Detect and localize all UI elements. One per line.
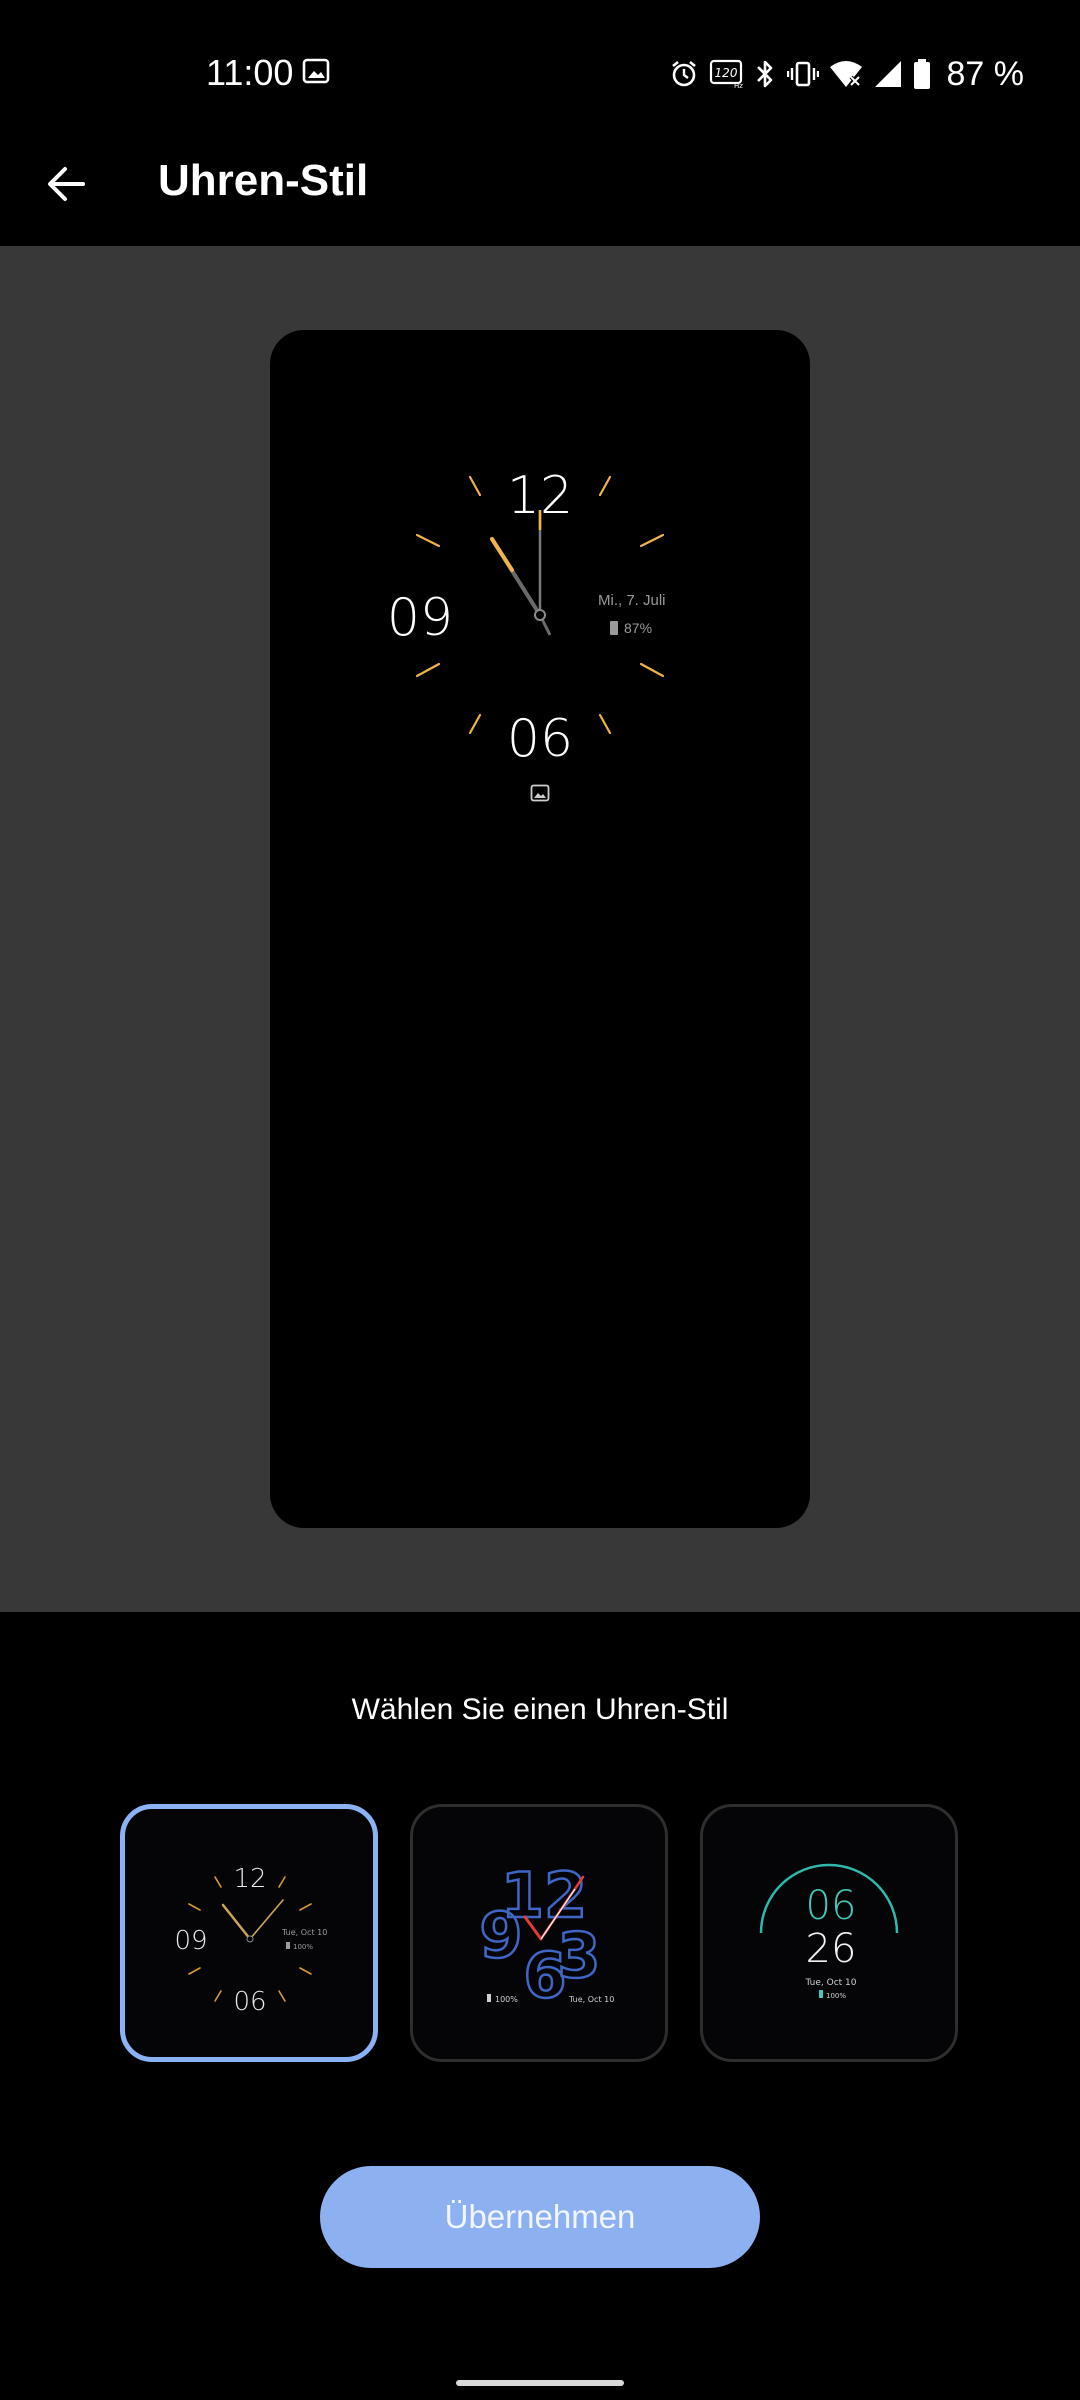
image-icon: [302, 58, 330, 84]
back-button[interactable]: [30, 148, 102, 220]
thumb-battery: 100%: [826, 1992, 846, 2000]
battery-icon: [610, 621, 618, 635]
thumb-numeral-09: 09: [174, 1926, 207, 1956]
clock-style-option-big-numbers[interactable]: 12 9 6 3 100% Tue, Oct 10: [410, 1804, 668, 2062]
thumb-minutes: 26: [806, 1926, 857, 1972]
analog-clock-face: 12 09 06: [387, 466, 665, 769]
clock-center: [534, 609, 546, 621]
clock-style-list: 12 09 06 Tue, Oct 10 100% 12 9 6 3 100% …: [120, 1804, 960, 2068]
phone-preview: 12 09 06 Mi., 7. Juli 87%: [270, 330, 810, 1528]
status-time: 11:00: [206, 52, 294, 93]
clock-style-option-digital-arc[interactable]: 06 26 Tue, Oct 10 100%: [700, 1804, 958, 2062]
wifi-icon: [829, 61, 862, 87]
cellular-signal-icon: [874, 61, 901, 87]
thumb-hours: 06: [806, 1883, 857, 1929]
svg-text:Hz: Hz: [734, 82, 743, 89]
numeral-06: 06: [507, 709, 573, 769]
vibrate-icon: [786, 61, 819, 87]
refresh-rate-120hz-icon: 120 Hz: [709, 59, 743, 89]
choose-style-label: Wählen Sie einen Uhren-Stil: [351, 1693, 729, 1726]
thumb-date: Tue, Oct 10: [805, 1978, 857, 1988]
thumb-numeral-12: 12: [233, 1864, 266, 1894]
thumb-date: Tue, Oct 10: [568, 1995, 614, 2004]
bluetooth-icon: [756, 60, 772, 88]
navigation-handle[interactable]: [456, 2380, 624, 2386]
arrow-back-icon: [48, 167, 85, 201]
image-icon: [530, 784, 550, 802]
alarm-icon: [671, 60, 696, 87]
big-numbers-thumbnail: 12 9 6 3 100% Tue, Oct 10: [478, 1858, 614, 2014]
thumb-battery: 100%: [293, 1943, 313, 1951]
status-bar: 11:00 120 Hz 87 %: [0, 0, 1080, 148]
clock-preview-area: 12 09 06 Mi., 7. Juli 87%: [0, 246, 1080, 1612]
page-title: Uhren-Stil: [158, 156, 369, 205]
clock-style-option-analog[interactable]: 12 09 06 Tue, Oct 10 100%: [120, 1804, 378, 2062]
thumb-big-9: 9: [479, 1899, 522, 1972]
status-icons: 120 Hz 87 %: [669, 50, 1025, 98]
aod-battery-text: 87%: [624, 620, 653, 636]
aod-battery: 87%: [610, 620, 652, 636]
analog-dial-thumbnail: 12 09 06 Tue, Oct 10 100%: [174, 1864, 327, 2017]
svg-text:120: 120: [714, 66, 737, 80]
hour-hand-tip: [490, 537, 514, 572]
aod-date: Mi., 7. Juli: [598, 592, 666, 609]
battery-icon: [913, 59, 930, 89]
numeral-09: 09: [387, 588, 453, 648]
thumb-date: Tue, Oct 10: [281, 1928, 327, 1937]
thumb-battery: 100%: [495, 1995, 518, 2004]
thumb-numeral-06: 06: [233, 1987, 266, 2017]
digital-arc-thumbnail: 06 26 Tue, Oct 10 100%: [759, 1863, 899, 2000]
battery-percentage: 87 %: [946, 54, 1025, 93]
app-bar: Uhren-Stil: [0, 148, 1080, 246]
numeral-12: 12: [507, 466, 573, 526]
apply-button[interactable]: Übernehmen: [320, 2166, 760, 2268]
thumb-big-3: 3: [557, 1919, 600, 1992]
